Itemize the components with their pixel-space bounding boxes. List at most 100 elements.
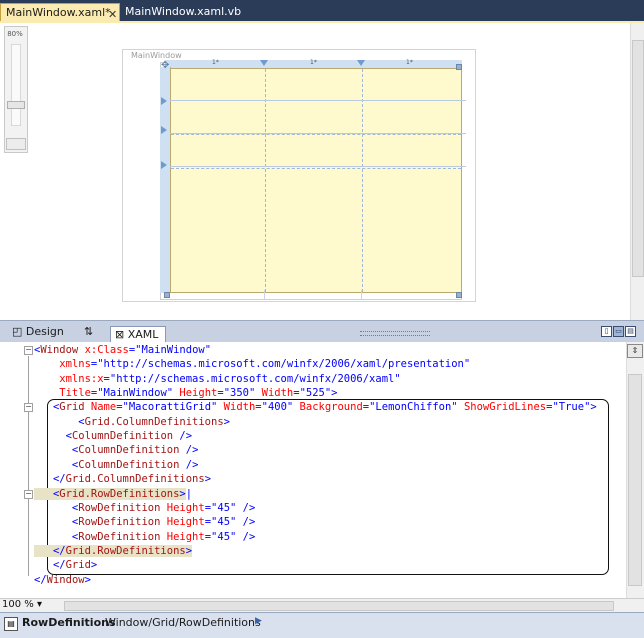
tab-mainwindow-xaml[interactable]: MainWindow.xaml* ✕ [0,3,120,22]
splitter-grip[interactable] [360,331,430,336]
code-token: > [185,545,193,557]
zoom-slider-thumb[interactable] [7,101,25,109]
breadcrumb-path[interactable]: Window/Grid/RowDefinitions [105,616,261,629]
code-token: > [223,416,230,428]
resize-handle[interactable] [456,64,462,70]
code-line[interactable]: <Window x:Class="MainWindow" [34,343,211,357]
code-line[interactable]: <RowDefinition Height="45" /> [34,501,255,515]
zoom-slider-track[interactable] [11,44,21,126]
design-tab-label: Design [25,325,64,338]
outline-line [28,356,29,576]
resize-handle[interactable] [164,292,170,298]
code-token: Height [160,516,205,528]
column-width-label: 1* [310,59,317,66]
row-guide-line [170,166,466,167]
tab-design[interactable]: ◰ Design [8,324,68,341]
code-line[interactable]: <RowDefinition Height="45" /> [34,530,255,544]
collapse-pane-button[interactable]: ▤ [625,326,636,337]
code-token: | [185,488,193,500]
code-token: > [90,559,98,571]
collapse-toggle-icon[interactable]: − [24,346,33,355]
code-token: "525" [299,387,332,399]
column-divider-marker-icon[interactable] [260,60,268,66]
code-token: ColumnDefinition [78,459,180,471]
code-token: Window [46,574,85,586]
code-token: Grid.RowDefinitions [65,545,186,557]
code-token: Height [173,387,218,399]
grid-layout-preview[interactable] [170,68,462,293]
code-token: > [84,574,91,586]
code-token: "45" [211,516,237,528]
code-token: Height [160,502,205,514]
tab-label: MainWindow.xaml.vb [125,5,242,18]
tab-xaml[interactable]: ⊠ XAML [110,326,166,343]
code-token: < [34,516,79,528]
resize-handle[interactable] [456,292,462,298]
column-divider-marker-icon[interactable] [357,60,365,66]
code-token: /> [236,516,256,528]
code-token: Name [84,401,117,413]
grid-row-line [171,168,461,169]
vertical-split-button[interactable]: ▯ [601,326,612,337]
zoom-fit-button[interactable] [6,138,26,150]
code-token: "True" [552,401,591,413]
code-line[interactable]: xmlns="http://schemas.microsoft.com/winf… [34,357,470,371]
breadcrumb-arrow-icon[interactable]: ▶ [255,616,262,626]
editor-zoom-combo[interactable]: 100 % ▾ [2,599,56,611]
code-token: "MacorattiGrid" [122,401,218,413]
window-preview-title: MainWindow [131,51,182,60]
column-width-label: 1* [212,59,219,66]
code-token: RowDefinition [78,502,161,514]
code-line[interactable]: <Grid.RowDefinitions>| [34,487,192,501]
code-token: x:Class [78,344,129,356]
code-token: Width [217,401,256,413]
code-token: > [204,473,212,485]
code-line[interactable]: <Grid Name="MacorattiGrid" Width="400" B… [34,400,597,414]
code-token: </ [34,559,66,571]
code-token: </ [34,545,66,557]
code-line[interactable]: <Grid.ColumnDefinitions> [34,415,230,429]
editor-scroll-thumb[interactable] [628,374,642,586]
chevron-down-icon[interactable]: ▾ [34,599,42,610]
design-view-icon: ◰ [12,325,26,338]
code-token: "400" [261,401,294,413]
collapse-toggle-icon[interactable]: − [24,403,33,412]
code-token: Grid.ColumnDefinitions [65,473,205,485]
code-line[interactable]: </Window> [34,573,91,587]
swap-panes-button[interactable]: ⇅ [80,324,97,341]
code-token: ColumnDefinition [78,444,180,456]
horizontal-split-button[interactable]: ▭ [613,326,624,337]
code-line[interactable]: <ColumnDefinition /> [34,429,192,443]
code-line[interactable]: <ColumnDefinition /> [34,458,198,472]
row-divider-marker-icon[interactable] [161,126,167,134]
code-token: > [331,387,338,399]
grid-column-line [265,69,266,292]
code-token: xmlns [34,358,91,370]
code-line[interactable]: </Grid.RowDefinitions> [34,544,193,558]
tab-mainwindow-xaml-vb[interactable]: MainWindow.xaml.vb [120,3,241,22]
code-line[interactable]: xmlns:x="http://schemas.microsoft.com/wi… [34,372,400,386]
code-token: Title [34,387,91,399]
editor-gutter [0,342,22,598]
element-icon: ▤ [4,617,18,631]
designer-scroll-thumb[interactable] [632,40,644,277]
code-line[interactable]: </Grid.ColumnDefinitions> [34,472,211,486]
code-token: < [34,401,60,413]
collapse-toggle-icon[interactable]: − [24,490,33,499]
column-guide-line [361,290,362,300]
editor-horizontal-scroll-thumb[interactable] [64,601,614,611]
code-line[interactable]: </Grid> [34,558,97,572]
code-line[interactable]: <RowDefinition Height="45" /> [34,515,255,529]
move-handle-icon[interactable]: ✥ [161,60,169,71]
column-width-label: 1* [406,59,413,66]
split-editor-icon[interactable]: ⇕ [627,344,643,358]
row-divider-marker-icon[interactable] [161,161,167,169]
code-line[interactable]: Title="MainWindow" Height="350" Width="5… [34,386,338,400]
code-line[interactable]: <ColumnDefinition /> [34,443,198,457]
code-token: < [34,416,85,428]
xaml-tab-label: XAML [127,328,159,341]
code-token: </ [34,473,66,485]
breadcrumb-current[interactable]: RowDefinitions [22,616,116,629]
code-token: RowDefinition [78,531,161,543]
row-divider-marker-icon[interactable] [161,97,167,105]
